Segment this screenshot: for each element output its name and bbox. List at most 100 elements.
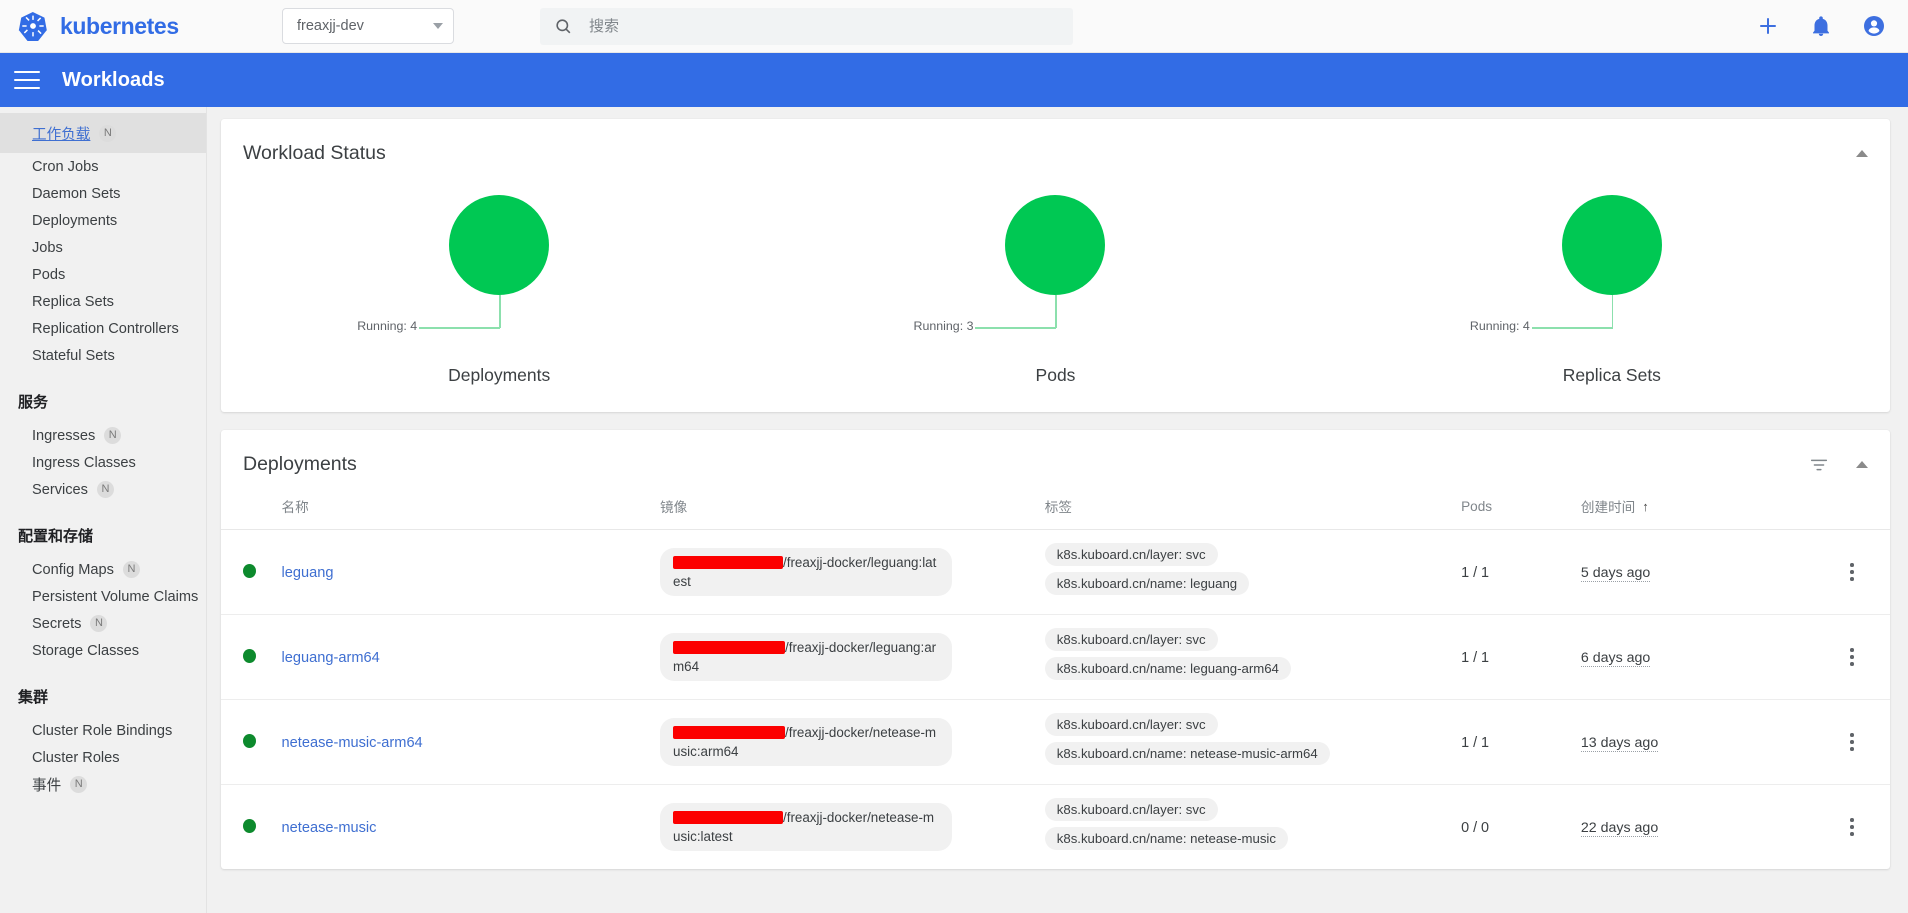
pods-count: 1 / 1 [1461,564,1490,581]
more-options-icon[interactable] [1814,818,1890,836]
sidebar-item-事件[interactable]: 事件 N [0,771,206,798]
sidebar-item-persistent-volume-claims[interactable]: Persistent Volume ClaimsN [0,583,206,610]
namespaced-badge: N [70,776,88,793]
status-dot-icon [243,648,256,663]
label-chip: k8s.kuboard.cn/name: netease-music [1044,827,1288,850]
sidebar-item-label: Jobs [32,239,63,256]
status-badge [221,529,282,615]
table-row[interactable]: leguang-arm64/freaxjj-docker/leguang:arm… [221,614,1890,700]
more-options-icon[interactable] [1814,563,1890,581]
filter-icon[interactable] [1808,454,1830,476]
namespaced-badge: N [99,124,117,142]
deployments-table-body: leguang/freaxjj-docker/leguang:latest k8s… [221,529,1890,870]
leader-line-vertical [1611,295,1614,328]
created-timestamp[interactable]: 13 days ago [1580,734,1659,752]
cell-menu [1814,614,1890,700]
namespace-select[interactable]: freaxjj-dev [282,8,454,44]
sidebar-item-stateful-sets[interactable]: Stateful Sets [0,342,206,369]
plus-icon[interactable] [1756,14,1780,38]
sidebar-item-daemon-sets[interactable]: Daemon Sets [0,180,206,207]
account-icon[interactable] [1862,14,1886,38]
body: 工作负载 N Cron Jobs Daemon Sets Deployments Jobs… [0,107,1908,913]
search-input[interactable] [587,16,1059,36]
chevron-up-icon[interactable] [1856,150,1868,157]
label-chip: k8s.kuboard.cn/name: netease-music-arm64 [1044,742,1330,765]
table-row[interactable]: netease-music/freaxjj-docker/netease-mus… [221,785,1890,870]
sidebar-item-cluster-role-bindings[interactable]: Cluster Role Bindings [0,717,206,744]
status-circle[interactable] [1561,195,1662,295]
search-icon [556,18,571,33]
redaction-mark [673,810,783,824]
status-badge [221,785,282,870]
th-name[interactable]: 名称 [281,482,660,530]
label-chip: k8s.kuboard.cn/layer: svc [1044,628,1218,651]
cell-pods: 1 / 1 [1461,699,1581,785]
image-chip: /freaxjj-docker/leguang:arm64 [660,632,952,682]
workload-status-actions [1856,150,1868,157]
th-created[interactable]: 创建时间 ↑ [1580,482,1815,530]
sidebar-item-label: Stateful Sets [32,347,115,364]
deployment-name-link[interactable]: netease-music-arm64 [282,735,423,751]
more-options-icon[interactable] [1814,648,1890,666]
sidebar-item-cron-jobs[interactable]: Cron Jobs [0,153,206,180]
sidebar-item-工作负载[interactable]: 工作负载 N [0,113,206,153]
table-row[interactable]: netease-music-arm64/freaxjj-docker/netea… [221,699,1890,785]
th-pods[interactable]: Pods [1461,482,1581,530]
page-title: Workloads [62,68,165,91]
sidebar-item-label: Services [32,481,88,498]
chevron-up-icon[interactable] [1856,461,1868,468]
workload-status-header: Workload Status [221,119,1890,171]
sidebar-item-ingresses[interactable]: Ingresses N [0,422,206,449]
sidebar-item-label: Replication Controllers [32,320,179,337]
image-chip: /freaxjj-docker/leguang:latest [660,547,952,597]
main-content: Workload Status Running: 4 Deployments Run… [207,107,1908,913]
pods-count: 1 / 1 [1461,649,1490,666]
deployments-table-head: 名称 镜像 标签 Pods 创建时间 ↑ [221,482,1890,530]
cell-name: leguang-arm64 [281,614,660,700]
chart-series-label: Running: 3 [913,319,974,333]
deployments-table: 名称 镜像 标签 Pods 创建时间 ↑ leguang/freaxjj-doc… [221,482,1890,869]
menu-toggle-icon[interactable] [14,71,40,89]
leader-line-vertical [1055,295,1058,328]
sidebar-item-cluster-roles[interactable]: Cluster Roles [0,744,206,771]
redaction-mark [673,725,785,739]
sidebar-item-pods[interactable]: Pods [0,261,206,288]
search-box[interactable] [540,7,1073,45]
deployment-name-link[interactable]: netease-music [282,820,377,836]
namespaced-badge: N [96,481,114,498]
sidebar-item-deployments[interactable]: Deployments [0,207,206,234]
cell-name: netease-music-arm64 [281,699,660,785]
sidebar-item-storage-classes[interactable]: Storage Classes [0,637,206,664]
more-options-icon[interactable] [1814,733,1890,751]
created-timestamp[interactable]: 22 days ago [1580,819,1659,837]
deployment-name-link[interactable]: leguang-arm64 [282,650,380,666]
created-timestamp[interactable]: 5 days ago [1580,564,1651,582]
status-circle[interactable] [449,195,550,295]
status-badge [221,699,282,785]
sidebar-item-secrets[interactable]: Secrets N [0,610,206,637]
sidebar-item-services[interactable]: Services N [0,476,206,503]
sidebar-item-jobs[interactable]: Jobs [0,234,206,261]
leader-line-horizontal [1531,327,1613,329]
bell-icon[interactable] [1809,14,1833,38]
th-labels[interactable]: 标签 [1044,482,1462,530]
cell-image: /freaxjj-docker/leguang:latest [660,529,1045,615]
chart-graphic: Running: 4 [329,195,669,353]
sidebar-item-replica-sets[interactable]: Replica Sets [0,288,206,315]
status-badge [221,614,282,700]
sidebar-item-label: Cluster Roles [32,749,120,766]
chart-caption: Deployments [448,365,551,385]
deployment-name-link[interactable]: leguang [282,565,334,581]
created-timestamp[interactable]: 6 days ago [1580,649,1651,667]
brand[interactable]: kubernetes [18,11,218,41]
sidebar-item-ingress-classes[interactable]: Ingress Classes [0,449,206,476]
sidebar-item-config-maps[interactable]: Config Maps N [0,556,206,583]
table-row[interactable]: leguang/freaxjj-docker/leguang:latest k8s… [221,529,1890,615]
status-circle[interactable] [1005,195,1106,295]
label-chip: k8s.kuboard.cn/layer: svc [1044,543,1218,566]
th-image[interactable]: 镜像 [660,482,1045,530]
sidebar-item-replication-controllers[interactable]: Replication Controllers [0,315,206,342]
cell-image: /freaxjj-docker/leguang:arm64 [660,614,1045,700]
namespaced-badge: N [90,615,108,632]
